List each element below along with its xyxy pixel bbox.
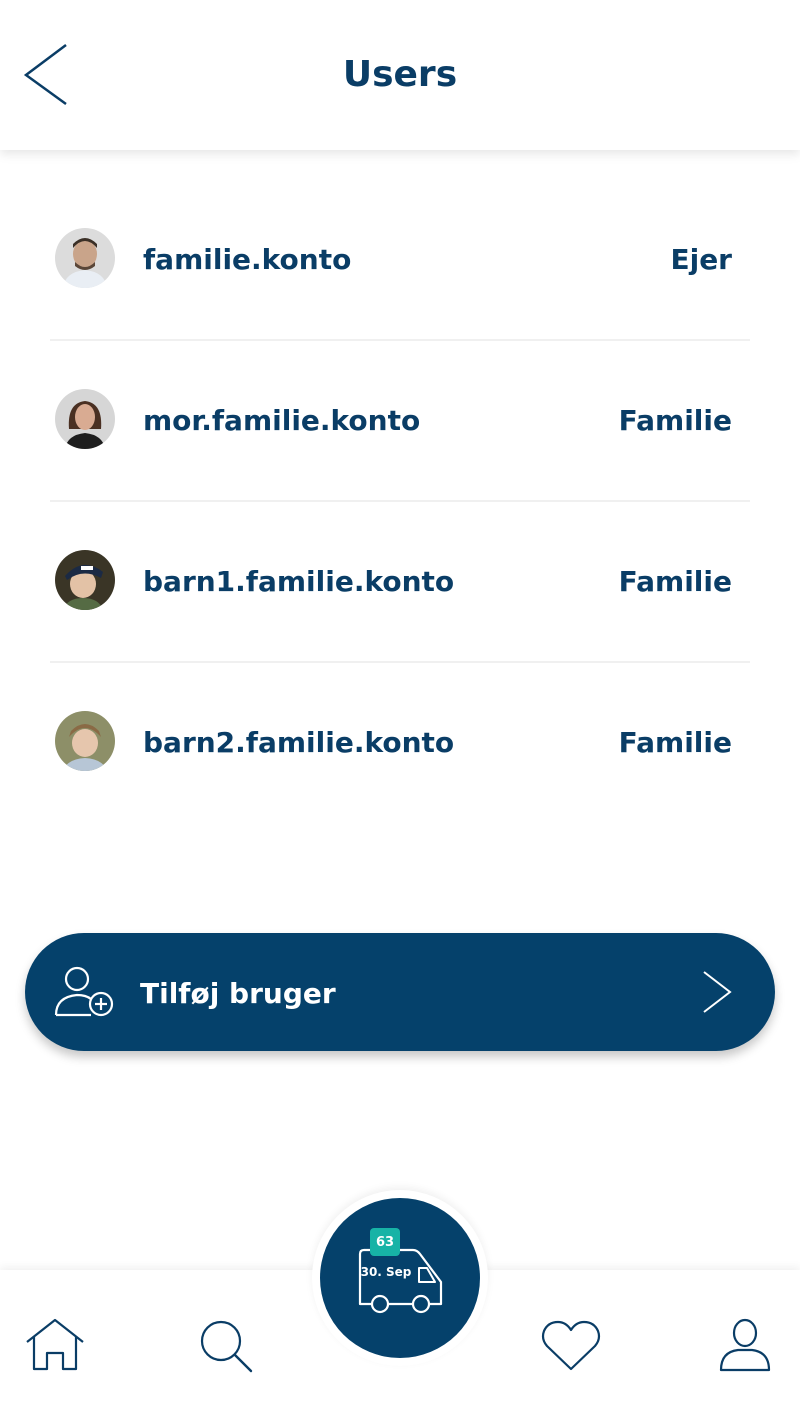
username: barn2.familie.konto: [143, 726, 455, 759]
heart-icon: [541, 1320, 601, 1371]
user-role: Familie: [618, 565, 732, 598]
nav-search-button[interactable]: [198, 1318, 254, 1378]
user-row[interactable]: barn1.familie.konto Familie: [50, 502, 750, 663]
username: barn1.familie.konto: [143, 565, 455, 598]
user-icon: [719, 1318, 771, 1372]
user-row[interactable]: familie.konto Ejer: [50, 180, 750, 341]
add-user-label: Tilføj bruger: [140, 977, 336, 1010]
add-user-icon: [54, 966, 114, 1017]
avatar: [55, 550, 115, 610]
page-title: Users: [342, 54, 458, 95]
users-list: familie.konto Ejer mor.familie.konto Fam…: [50, 180, 750, 824]
delivery-button[interactable]: 63 30. Sep: [320, 1198, 480, 1358]
avatar: [55, 228, 115, 288]
user-role: Familie: [618, 404, 732, 437]
add-user-button[interactable]: Tilføj bruger: [25, 933, 775, 1051]
chevron-right-icon: [703, 971, 732, 1013]
user-role: Ejer: [670, 243, 732, 276]
avatar: [55, 389, 115, 449]
delivery-count-badge: 63: [370, 1228, 400, 1256]
delivery-date: 30. Sep: [360, 1265, 412, 1279]
user-role: Familie: [618, 726, 732, 759]
nav-profile-button[interactable]: [718, 1318, 772, 1378]
home-icon: [26, 1318, 84, 1371]
search-icon: [200, 1320, 253, 1373]
username: familie.konto: [143, 243, 352, 276]
user-row[interactable]: barn2.familie.konto Familie: [50, 663, 750, 824]
nav-favorites-button[interactable]: [540, 1320, 602, 1376]
user-row[interactable]: mor.familie.konto Familie: [50, 341, 750, 502]
header: Users: [0, 0, 800, 150]
avatar: [55, 711, 115, 771]
nav-home-button[interactable]: [24, 1318, 86, 1376]
username: mor.familie.konto: [143, 404, 421, 437]
